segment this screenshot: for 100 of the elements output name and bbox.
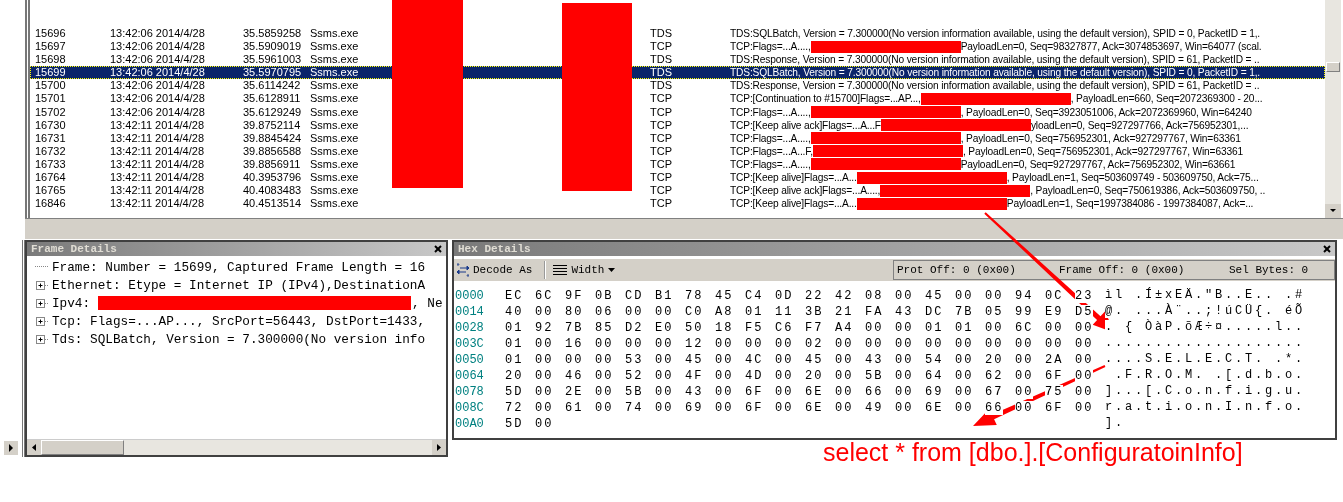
description-text: , PayloadLen=0, Seq=756952301, Ack=927297767, Win=63361 bbox=[960, 131, 1241, 145]
process-cell-text: Ssms.exe bbox=[310, 105, 360, 119]
expand-icon[interactable] bbox=[35, 333, 48, 345]
protocol-cell-text: TCP bbox=[650, 40, 673, 54]
frame-number: 15696 bbox=[34, 27, 67, 41]
packet-row[interactable]: 16764 13:42:11 2014/4/28 40.3953796 Ssms.exe TCP TCP:[Keep alive]Flags=...A... , PayloadLen=1, Seq=503609749 - 503609750, Ack=75... bbox=[30, 171, 1325, 185]
process-cell-text: Ssms.exe bbox=[310, 144, 360, 158]
description-text: , PayloadLen=660, Seq=2072369300 - 20... bbox=[1070, 92, 1263, 106]
protocol-cell-text: TDS bbox=[650, 66, 673, 80]
time-cell-text: 13:42:06 2014/4/28 bbox=[110, 105, 206, 119]
offset-label: 0000 bbox=[455, 288, 485, 304]
packet-row[interactable]: 16730 13:42:11 2014/4/28 39.8752114 Ssms.exe TCP TCP:[Keep alive ack]Flags=...A...F yloadLen=0, Seq=927297766, Ack=756952301,... bbox=[30, 118, 1325, 132]
packet-row[interactable]: 16765 13:42:11 2014/4/28 40.4083483 Ssms.exe TCP TCP:[Keep alive ack]Flags=...A...., , PayloadLen=0, Seq=750619386, Ack=503609750, .. bbox=[30, 184, 1325, 198]
protocol-cell-text: TCP bbox=[650, 131, 673, 145]
splitter-bar[interactable] bbox=[25, 218, 1343, 240]
frame-number: 16732 bbox=[34, 144, 67, 158]
close-icon[interactable] bbox=[434, 245, 442, 253]
description-text: TCP:[Keep alive]Flags=...A... bbox=[730, 171, 857, 185]
offset-label: 0014 bbox=[455, 304, 485, 320]
description-text: TCP:[Keep alive]Flags=...A... bbox=[730, 197, 857, 211]
width-dropdown[interactable]: Width bbox=[550, 260, 624, 280]
packet-row[interactable]: 15701 13:42:06 2014/4/28 35.6128911 Ssms.exe TCP TCP:[Continuation to #15700]Flags=...AP..., , PayloadLen=660, Seq=2072369300 - 20... bbox=[30, 92, 1325, 106]
hex-byte[interactable]: D5 bbox=[1075, 305, 1094, 319]
frame-offset-text: Frame Off: 0 (0x00) bbox=[1059, 264, 1186, 276]
protocol-cell-text: TDS bbox=[650, 79, 673, 93]
description-text: PayloadLen=1, Seq=1997384086 - 1997384087, Ack=... bbox=[1006, 197, 1254, 211]
scroll-thumb[interactable] bbox=[41, 440, 124, 455]
time-offset-cell-text: 39.8856588 bbox=[243, 144, 303, 158]
horizontal-scrollbar[interactable] bbox=[27, 439, 446, 455]
description-text: , PayloadLen=0, Seq=3923051006, Ack=2072369960, Win=64240 bbox=[960, 105, 1252, 119]
process-cell-text: Ssms.exe bbox=[310, 40, 360, 54]
description-text: TCP:[Continuation to #15700]Flags=...AP..., bbox=[730, 92, 921, 106]
protocol-cell-text: TDS bbox=[650, 53, 673, 67]
frame-number: 15701 bbox=[34, 92, 67, 106]
frame-number: 16764 bbox=[34, 171, 67, 185]
packet-row[interactable]: 16732 13:42:11 2014/4/28 39.8856588 Ssms.exe TCP TCP:Flags=...A...F, , PayloadLen=0, Seq=756952301, Ack=927297767, Win=63361 bbox=[30, 144, 1325, 158]
offset-label: 00A0 bbox=[455, 416, 485, 432]
time-offset-cell-text: 39.8856911 bbox=[243, 157, 302, 172]
offset-label: 0028 bbox=[455, 320, 485, 336]
process-cell-text: Ssms.exe bbox=[310, 66, 360, 80]
protocol-cell-text: TCP bbox=[650, 144, 673, 158]
packet-row[interactable]: 15697 13:42:06 2014/4/28 35.5909019 Ssms.exe TCP TCP:Flags=...A...., PayloadLen=0, Seq=98327877, Ack=3074853697, Win=64077 (scal. bbox=[30, 40, 1325, 54]
protocol-cell-text: TCP bbox=[650, 171, 673, 185]
process-cell-text: Ssms.exe bbox=[310, 92, 360, 106]
frame-number: 15702 bbox=[34, 105, 67, 119]
process-cell-text: Ssms.exe bbox=[310, 157, 360, 172]
description-text: TCP:[Keep alive ack]Flags=...A...., bbox=[730, 184, 881, 198]
time-cell-text: 13:42:11 2014/4/28 bbox=[110, 184, 205, 198]
time-offset-cell-text: 35.5909019 bbox=[243, 40, 303, 54]
time-cell-text: 13:42:06 2014/4/28 bbox=[110, 79, 206, 93]
description-text: TCP:Flags=...A...., bbox=[730, 131, 811, 145]
tree-item[interactable]: Ethernet: Etype = Internet IP (IPv4),DestinationA bbox=[52, 277, 426, 293]
packet-row[interactable]: 16731 13:42:11 2014/4/28 39.8845424 Ssms.exe TCP TCP:Flags=...A...., , PayloadLen=0, Seq=756952301, Ack=927297767, Win=63361 bbox=[30, 131, 1325, 145]
protocol-cell-text: TCP bbox=[650, 92, 673, 106]
list-icon bbox=[553, 264, 568, 276]
process-cell-text: Ssms.exe bbox=[310, 53, 360, 67]
panel-title: Hex Details bbox=[458, 243, 531, 255]
description-text: TDS:SQLBatch, Version = 7.300000(No version information available, using the default version), SPID = 0, PacketID = 1,. bbox=[730, 66, 1261, 80]
frame-number: 15700 bbox=[34, 79, 67, 93]
process-cell-text: Ssms.exe bbox=[310, 27, 360, 41]
process-cell-text: Ssms.exe bbox=[310, 184, 360, 198]
tree-item[interactable]: Tds: SQLBatch, Version = 7.300000(No version info bbox=[52, 331, 426, 347]
hex-byte[interactable]: 66 bbox=[985, 401, 1004, 415]
time-offset-cell-text: 35.5859258 bbox=[243, 27, 303, 41]
packet-row[interactable]: 16846 13:42:11 2014/4/28 40.4513514 Ssms.exe TCP TCP:[Keep alive]Flags=...A... PayloadLen=1, Seq=1997384086 - 1997384087, Ack=... bbox=[30, 197, 1325, 211]
expand-icon[interactable] bbox=[35, 279, 48, 291]
time-cell-text: 13:42:06 2014/4/28 bbox=[110, 40, 206, 54]
time-cell-text: 13:42:11 2014/4/28 bbox=[110, 131, 205, 145]
time-offset-cell-text: 35.5961003 bbox=[243, 53, 303, 67]
tree-item[interactable]: Ipv4: bbox=[52, 295, 91, 311]
packet-row[interactable]: 15698 13:42:06 2014/4/28 35.5961003 Ssms.exe TDS TDS:Response, Version = 7.300000(No version information available, using the default version), SPID = 61, PacketID = .. bbox=[30, 53, 1325, 67]
hex-byte[interactable]: 23 bbox=[1075, 289, 1094, 303]
hex-byte[interactable]: 00 bbox=[1015, 385, 1034, 399]
description-text: yloadLen=0, Seq=927297766, Ack=756952301,... bbox=[1030, 118, 1249, 132]
packet-row[interactable]: 15696 13:42:06 2014/4/28 35.5859258 Ssms.exe TDS TDS:SQLBatch, Version = 7.300000(No version information available, using the default version), SPID = 0, PacketID = 1,. bbox=[30, 27, 1325, 41]
time-cell-text: 13:42:11 2014/4/28 bbox=[110, 118, 205, 132]
packet-row[interactable]: 15700 13:42:06 2014/4/28 35.6114242 Ssms.exe TDS TDS:Response, Version = 7.300000(No version information available, using the default version), SPID = 61, PacketID = .. bbox=[30, 79, 1325, 93]
frame-number: 15699 bbox=[34, 66, 67, 80]
process-cell-text: Ssms.exe bbox=[310, 171, 360, 185]
expand-icon[interactable] bbox=[35, 315, 48, 327]
time-cell-text: 13:42:11 2014/4/28 bbox=[110, 157, 205, 172]
frame-number: 15698 bbox=[34, 53, 67, 67]
time-cell-text: 13:42:11 2014/4/28 bbox=[110, 171, 205, 185]
process-cell-text: Ssms.exe bbox=[310, 118, 360, 132]
description-text: TCP:Flags=...A...F, bbox=[730, 144, 813, 158]
expand-icon[interactable] bbox=[35, 297, 48, 309]
tree-item[interactable]: Frame: Number = 15699, Captured Frame Length = 16 bbox=[52, 259, 426, 275]
hex-byte[interactable]: 00 bbox=[1075, 369, 1094, 383]
tree-item[interactable]: Tcp: Flags=...AP..., SrcPort=56443, DstPort=1433, bbox=[52, 313, 426, 329]
offset-label: 003C bbox=[455, 336, 485, 352]
time-offset-cell-text: 35.5970795 bbox=[243, 66, 303, 80]
packet-row[interactable]: 16733 13:42:11 2014/4/28 39.8856911 Ssms.exe TCP TCP:Flags=...A...., PayloadLen=0, Seq=927297767, Ack=756952302, Win=63661 bbox=[30, 157, 1325, 172]
scroll-thumb[interactable] bbox=[1326, 62, 1340, 72]
time-offset-cell-text: 35.6129249 bbox=[243, 105, 303, 119]
process-cell-text: Ssms.exe bbox=[310, 131, 360, 145]
decode-as-button[interactable]: Decode As bbox=[454, 260, 541, 280]
close-icon[interactable] bbox=[1323, 245, 1331, 253]
time-offset-cell-text: 39.8752114 bbox=[243, 118, 302, 132]
packet-row[interactable]: 15702 13:42:06 2014/4/28 35.6129249 Ssms.exe TCP TCP:Flags=...A...., , PayloadLen=0, Seq=3923051006, Ack=2072369960, Win=64240 bbox=[30, 105, 1325, 119]
hex-byte[interactable]: 75 bbox=[1045, 385, 1064, 399]
